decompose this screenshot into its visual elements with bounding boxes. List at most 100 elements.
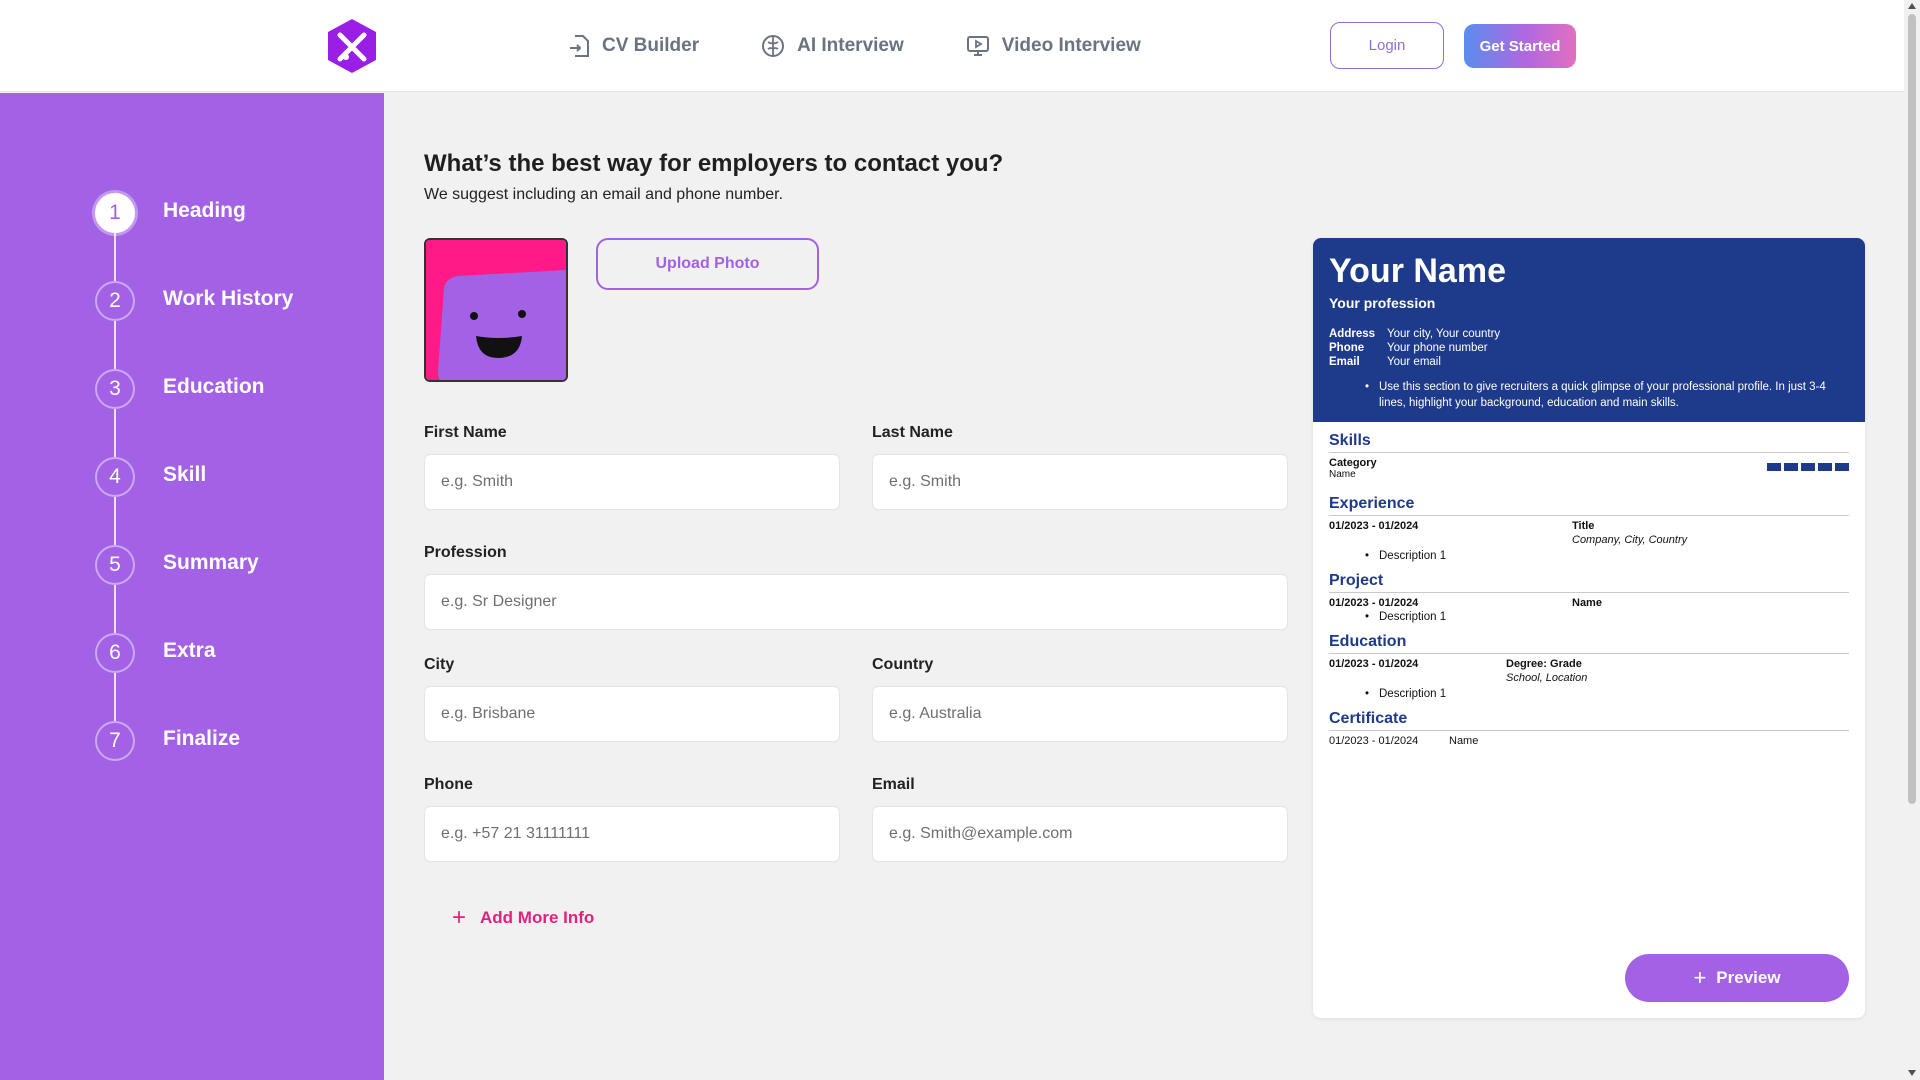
step-connector [114, 321, 116, 369]
profession-input[interactable] [424, 574, 1288, 630]
country-input[interactable] [872, 686, 1288, 742]
plus-icon: + [452, 904, 467, 931]
preview-button[interactable]: + Preview [1625, 954, 1849, 1002]
cv-education-heading: Education [1329, 633, 1849, 654]
step-connector [114, 409, 116, 457]
step-label: Education [163, 375, 265, 398]
step-summary[interactable]: 5 Summary [95, 545, 293, 633]
step-education[interactable]: 3 Education [95, 369, 293, 457]
nav-ai-interview[interactable]: AI Interview [761, 28, 904, 64]
nav-cv-builder[interactable]: CV Builder [568, 28, 699, 64]
step-label: Skill [163, 463, 207, 486]
cv-phone: Your phone number [1387, 342, 1488, 354]
cv-education-school: School, Location [1506, 672, 1588, 684]
step-connector [114, 673, 116, 721]
form-subtitle: We suggest including an email and phone … [424, 186, 784, 203]
contact-form: What’s the best way for employers to con… [424, 150, 1288, 931]
step-number: 4 [95, 457, 135, 497]
cv-profession: Your profession [1329, 295, 1436, 311]
steps-list: 1 Heading 2 Work History 3 Education 4 S… [95, 193, 293, 809]
cv-project-row: 01/2023 - 01/2024 Name [1329, 597, 1849, 611]
main-nav: CV Builder AI Interview Video Interview [568, 28, 1203, 64]
cv-address-label: Address [1329, 328, 1376, 340]
cv-header: Your Name Your profession Address Your ci… [1313, 238, 1865, 422]
profession-label: Profession [424, 544, 507, 561]
top-header: CV Builder AI Interview Video Interview … [0, 0, 1904, 92]
step-label: Finalize [163, 727, 241, 750]
last-name-input[interactable] [872, 454, 1288, 510]
login-button[interactable]: Login [1330, 22, 1444, 69]
cv-experience-heading: Experience [1329, 495, 1849, 516]
cv-experience-title: Title [1572, 520, 1595, 532]
cv-body: Skills Category Name Experience 01/2023 … [1313, 422, 1865, 759]
step-extra[interactable]: 6 Extra [95, 633, 293, 721]
cv-skill-row: Category Name [1329, 457, 1849, 487]
steps-sidebar: 1 Heading 2 Work History 3 Education 4 S… [0, 93, 384, 1080]
email-input[interactable] [872, 806, 1288, 862]
cv-email-label: Email [1329, 356, 1360, 368]
step-number: 7 [95, 721, 135, 761]
step-heading[interactable]: 1 Heading [95, 193, 293, 281]
cv-certificate-row: 01/2023 - 01/2024 Name [1329, 735, 1849, 749]
add-more-info-label: Add More Info [480, 908, 595, 927]
form-title: What’s the best way for employers to con… [424, 150, 1004, 177]
last-name-label: Last Name [872, 424, 953, 441]
cv-project-dates: 01/2023 - 01/2024 [1329, 597, 1419, 609]
step-number: 5 [95, 545, 135, 585]
cv-email: Your email [1387, 356, 1441, 368]
nav-cv-builder-label: CV Builder [602, 35, 700, 56]
nav-ai-interview-label: AI Interview [797, 35, 904, 56]
hexagon-x-logo-icon[interactable] [326, 17, 378, 75]
cv-certificate-dates: 01/2023 - 01/2024 [1329, 735, 1419, 747]
upload-photo-button[interactable]: Upload Photo [596, 238, 819, 290]
first-name-input[interactable] [424, 454, 840, 510]
cv-preview-card: Your Name Your profession Address Your ci… [1313, 238, 1865, 1018]
monitor-play-icon [966, 36, 989, 56]
cv-name: Your Name [1329, 252, 1506, 290]
city-input[interactable] [424, 686, 840, 742]
step-connector [114, 233, 116, 281]
brain-icon [762, 35, 785, 57]
profile-photo[interactable] [424, 238, 568, 382]
step-label: Summary [163, 551, 259, 574]
phone-input[interactable] [424, 806, 840, 862]
country-label: Country [872, 656, 934, 673]
scroll-up-arrow-icon[interactable] [1908, 3, 1916, 9]
scroll-down-arrow-icon[interactable] [1908, 1070, 1916, 1076]
step-label: Heading [163, 199, 246, 222]
step-number: 2 [95, 281, 135, 321]
step-number: 1 [95, 193, 135, 233]
step-work-history[interactable]: 2 Work History [95, 281, 293, 369]
cv-experience-row: 01/2023 - 01/2024 Title [1329, 520, 1849, 534]
nav-video-interview[interactable]: Video Interview [966, 28, 1141, 64]
cv-education-desc: Description 1 [1365, 688, 1849, 700]
get-started-button[interactable]: Get Started [1464, 24, 1576, 68]
page-scrollbar[interactable] [1904, 0, 1920, 1080]
nav-video-interview-label: Video Interview [1001, 35, 1141, 56]
cv-experience-dates: 01/2023 - 01/2024 [1329, 520, 1419, 532]
step-connector [114, 585, 116, 633]
cv-address: Your city, Your country [1387, 328, 1501, 340]
step-finalize[interactable]: 7 Finalize [95, 721, 293, 809]
add-more-info-button[interactable]: + Add More Info [452, 904, 594, 932]
city-label: City [424, 656, 455, 673]
cv-certificate-heading: Certificate [1329, 710, 1849, 731]
cv-education-row: 01/2023 - 01/2024 Degree: Grade [1329, 658, 1849, 672]
scrollbar-thumb[interactable] [1908, 14, 1916, 804]
step-number: 3 [95, 369, 135, 409]
cv-project-desc: Description 1 [1365, 611, 1849, 623]
plus-icon: + [1693, 965, 1707, 990]
cv-certificate-name: Name [1449, 735, 1479, 747]
cv-education-dates: 01/2023 - 01/2024 [1329, 658, 1419, 670]
cv-project-name: Name [1572, 597, 1602, 609]
cv-contact-info: Address Your city, Your country Phone Your… [1329, 327, 1849, 369]
cv-summary: Use this section to give recruiters a qu… [1365, 379, 1849, 411]
step-label: Extra [163, 639, 216, 662]
email-label: Email [872, 776, 915, 793]
cv-skill-level [1767, 463, 1849, 471]
step-skill[interactable]: 4 Skill [95, 457, 293, 545]
cv-experience-place-row: Company, City, Country [1329, 534, 1849, 548]
cv-skills-heading: Skills [1329, 432, 1849, 453]
cv-education-degree: Degree: Grade [1506, 658, 1582, 670]
cv-experience-place: Company, City, Country [1572, 534, 1688, 546]
